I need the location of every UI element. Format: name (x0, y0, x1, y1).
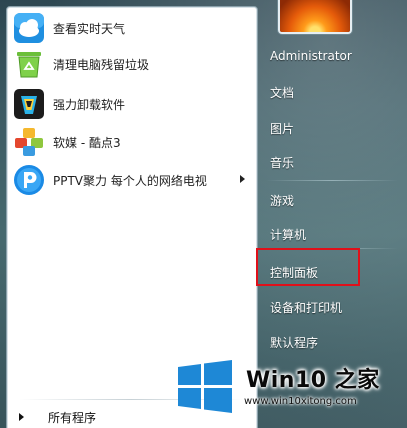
program-label: 强力卸载软件 (53, 97, 126, 112)
windows-logo-icon (176, 358, 234, 416)
right-link-games[interactable]: 游戏 (270, 192, 294, 209)
right-link-default-programs[interactable]: 默认程序 (270, 334, 318, 351)
pptv-icon (13, 164, 45, 196)
program-item-pptv[interactable]: PPTV聚力 每个人的网络电视 (7, 163, 257, 197)
right-link-music[interactable]: 音乐 (270, 154, 294, 171)
program-label: 软媒 - 酷点3 (53, 135, 121, 150)
program-item-uninstaller[interactable]: 强力卸载软件 (7, 87, 257, 121)
start-menu: 查看实时天气 清理电脑残留垃圾 强力卸载软件 软媒 - 酷点3 PPTV聚力 每… (0, 0, 407, 428)
user-avatar[interactable] (278, 0, 352, 34)
highlight-box (256, 248, 360, 286)
watermark-url: www.win10xitong.com (244, 396, 357, 407)
right-link-pictures[interactable]: 图片 (270, 120, 294, 137)
program-item-cleanup[interactable]: 清理电脑残留垃圾 (7, 47, 257, 81)
arrow-right-icon (19, 413, 24, 421)
all-programs-label: 所有程序 (48, 410, 97, 425)
right-link-devices-printers[interactable]: 设备和打印机 (270, 299, 342, 316)
weather-icon (13, 12, 45, 44)
program-item-weather[interactable]: 查看实时天气 (7, 11, 257, 45)
uninstaller-icon (13, 88, 45, 120)
flower-picture (280, 0, 350, 32)
program-label: 查看实时天气 (53, 21, 126, 36)
program-label: 清理电脑残留垃圾 (53, 57, 150, 72)
divider (266, 180, 398, 181)
program-item-kudian[interactable]: 软媒 - 酷点3 (7, 125, 257, 159)
cubes-icon (13, 126, 45, 158)
recycle-bin-icon (13, 48, 45, 80)
right-link-user[interactable]: Administrator (270, 49, 352, 63)
submenu-arrow-icon (240, 175, 245, 183)
right-link-computer[interactable]: 计算机 (270, 226, 306, 243)
right-link-documents[interactable]: 文档 (270, 84, 294, 101)
program-label: PPTV聚力 每个人的网络电视 (53, 173, 207, 188)
watermark-title: Win10 之家 (246, 368, 380, 393)
